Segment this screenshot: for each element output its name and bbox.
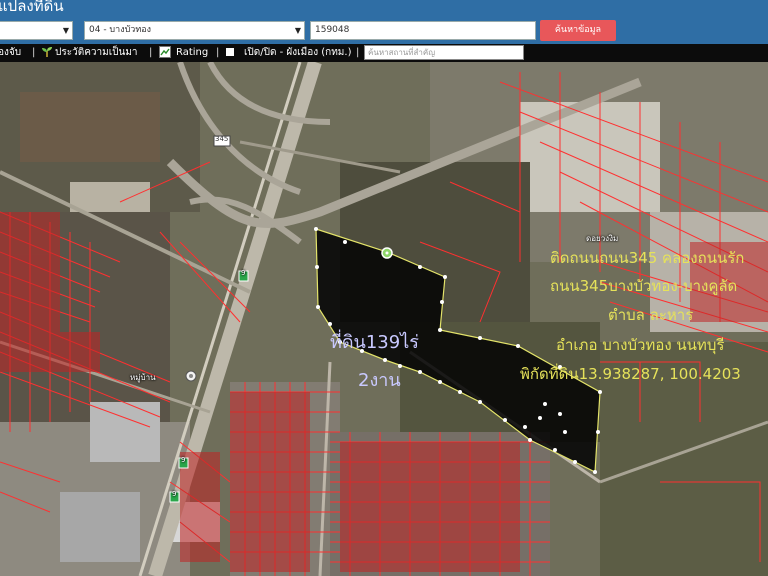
page-title: แปลงที่ดิน <box>0 0 64 15</box>
toolbar-separator: | <box>356 47 360 58</box>
toolbar-item-history[interactable]: ประวัติความเป็นมา <box>55 46 138 60</box>
toolbar-separator: | <box>32 47 36 58</box>
district-select[interactable]: 04 - บางบัวทอง ▼ <box>84 21 305 40</box>
map-toolbar: องจับ | ประวัติความเป็นมา | Rating | เปิ… <box>0 44 768 62</box>
field-area <box>20 92 160 162</box>
satellite-map[interactable]: 9 9 9 345 ดอยวงงิม หมู่บ้าน ที่ดิน139ไร่… <box>0 62 768 576</box>
search-button[interactable]: ค้นหาข้อมูล <box>540 20 616 41</box>
road-shield-label: 9 <box>181 456 186 464</box>
province-select[interactable]: ▼ <box>0 21 73 40</box>
road-shield-label: 9 <box>241 269 246 277</box>
info-line-4: อำเภอ บางบัวทอง นนทบุรี <box>556 336 725 354</box>
land-size-label-line2: 2งาน <box>358 370 401 391</box>
info-line-5: พิกัดที่ดิน13.938287, 100.4203 <box>520 365 741 383</box>
info-line-1: ติดถนนถนน345 คลองถนนรัก <box>550 249 745 267</box>
toolbar-separator: | <box>216 47 220 58</box>
parcel-number-value: 159048 <box>315 25 350 35</box>
warehouse-roof <box>90 402 160 462</box>
parcel-number-input[interactable]: 159048 <box>310 21 536 40</box>
toggle-checkbox[interactable] <box>226 48 234 56</box>
toolbar-item-cityplan[interactable]: เปิด/ปิด - ผังเมือง (กทม.) <box>244 46 351 60</box>
chevron-down-icon: ▼ <box>62 26 69 35</box>
location-pin-icon <box>381 247 393 259</box>
poi-label: หมู่บ้าน <box>130 373 156 382</box>
chevron-down-icon: ▼ <box>294 26 301 35</box>
warehouse-roof <box>60 492 140 562</box>
district-select-value: 04 - บางบัวทอง <box>89 25 152 35</box>
land-size-label: ที่ดิน139ไร่ <box>330 332 419 353</box>
plant-icon <box>41 46 53 63</box>
info-line-2: ถนน345บางบัวทอง-บางคูลัด <box>550 277 738 295</box>
rating-icon <box>159 46 171 63</box>
info-line-3: ตำบล ละหาร <box>608 306 694 324</box>
road-shield-label: 345 <box>215 135 229 143</box>
toolbar-separator: | <box>149 47 153 58</box>
header-bar: แปลงที่ดิน ▼ 04 - บางบัวทอง ▼ 159048 ค้น… <box>0 0 768 44</box>
toolbar-item-rating[interactable]: Rating <box>176 46 208 60</box>
toolbar-item-1[interactable]: องจับ <box>0 46 21 60</box>
place-marker-icon <box>185 370 197 382</box>
landmark-search-input[interactable]: ค้นหาสถานที่สำคัญ <box>364 45 524 60</box>
road-shield-label: 9 <box>172 490 177 498</box>
poi-label: ดอยวงงิม <box>586 234 619 243</box>
